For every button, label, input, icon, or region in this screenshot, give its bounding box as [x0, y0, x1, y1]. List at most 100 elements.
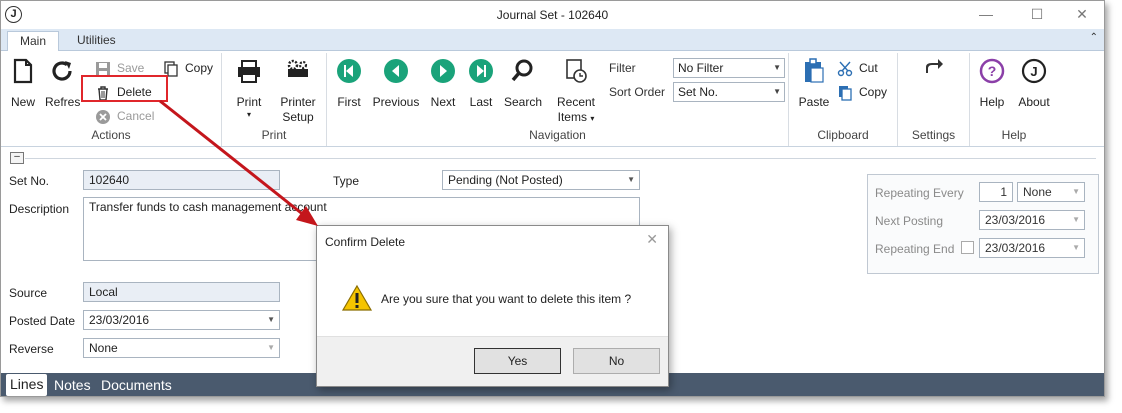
- tab-notes[interactable]: Notes: [54, 377, 91, 393]
- copy-label: Copy: [859, 85, 888, 99]
- help-label: Help: [979, 95, 1005, 109]
- actions-group-label: Actions: [91, 128, 131, 142]
- dialog-title: Confirm Delete: [325, 235, 406, 249]
- sort-order-label: Sort Order: [609, 85, 666, 99]
- help-question-icon: ?: [979, 58, 1005, 84]
- chevron-down-icon: ▼: [267, 343, 275, 352]
- tab-documents[interactable]: Documents: [101, 377, 172, 393]
- help-group: ? Help J About Help: [970, 53, 1058, 146]
- source-label: Source: [9, 286, 48, 300]
- next-posting-value: 23/03/2016: [985, 213, 1046, 227]
- tab-lines[interactable]: Lines: [6, 374, 48, 396]
- dialog-message: Are you sure that you want to delete thi…: [381, 292, 632, 306]
- last-label: Last: [469, 95, 493, 109]
- repeating-end-field[interactable]: 23/03/2016 ▼: [979, 238, 1085, 258]
- ribbon-tab-strip: Main Utilities ⌃: [1, 29, 1104, 52]
- search-icon: [511, 59, 533, 82]
- search-button[interactable]: Search: [503, 57, 543, 110]
- clipboard-group: Paste Cut Copy Clipboard: [789, 53, 898, 146]
- filter-select[interactable]: No Filter ▼: [673, 58, 785, 78]
- reverse-select[interactable]: None ▼: [83, 338, 280, 358]
- repeating-every-unit-value: None: [1023, 185, 1052, 199]
- chevron-down-icon: ▼: [267, 315, 275, 324]
- collapse-ribbon-icon[interactable]: ⌃: [1090, 32, 1098, 43]
- about-button[interactable]: J About: [1014, 57, 1054, 110]
- set-no-field[interactable]: 102640: [83, 170, 280, 190]
- last-button[interactable]: Last: [465, 57, 497, 110]
- repeating-end-value: 23/03/2016: [985, 241, 1046, 255]
- copy-record-label: Copy: [185, 61, 214, 75]
- dialog-close-icon[interactable]: ✕: [646, 231, 658, 248]
- posted-date-field[interactable]: 23/03/2016 ▼: [83, 310, 280, 330]
- posted-date-label: Posted Date: [9, 314, 76, 328]
- new-document-icon: [13, 58, 33, 84]
- maximize-button[interactable]: ☐: [1022, 4, 1052, 24]
- refresh-button[interactable]: Refresh: [45, 57, 81, 110]
- repeating-every-count[interactable]: 1: [979, 182, 1013, 202]
- paste-button[interactable]: Paste: [797, 57, 831, 110]
- no-button[interactable]: No: [573, 348, 660, 374]
- recent-items-button[interactable]: Recent Items ▾: [553, 57, 599, 126]
- type-label: Type: [333, 174, 360, 188]
- first-button[interactable]: First: [333, 57, 365, 110]
- new-button[interactable]: New: [7, 57, 39, 110]
- copy-button[interactable]: Copy: [837, 83, 887, 101]
- settings-group: Settings: [898, 53, 970, 146]
- help-button[interactable]: ? Help: [976, 57, 1008, 110]
- type-value: Pending (Not Posted): [448, 173, 563, 187]
- close-button[interactable]: ✕: [1067, 4, 1097, 24]
- svg-text:?: ?: [988, 63, 997, 79]
- first-label: First: [337, 95, 361, 109]
- panel-divider: [25, 158, 1096, 159]
- warning-icon: [341, 284, 373, 311]
- reverse-value: None: [89, 341, 118, 355]
- type-select[interactable]: Pending (Not Posted) ▼: [442, 170, 640, 190]
- next-record-icon: [431, 59, 455, 83]
- previous-button[interactable]: Previous: [371, 57, 421, 110]
- delete-highlight-box: [81, 75, 168, 102]
- cut-button[interactable]: Cut: [837, 59, 878, 77]
- last-record-icon: [469, 59, 493, 83]
- next-posting-field[interactable]: 23/03/2016 ▼: [979, 210, 1085, 230]
- posted-date-value: 23/03/2016: [89, 313, 150, 327]
- printer-setup-label-2: Setup: [282, 110, 314, 124]
- reverse-label: Reverse: [9, 342, 54, 356]
- chevron-down-icon: ▼: [1072, 187, 1080, 196]
- title-bar: J Journal Set - 102640 — ☐ ✕: [1, 1, 1104, 29]
- refresh-label: Refresh: [45, 95, 81, 109]
- print-group: Print ▾ Printer Setup Print: [222, 53, 327, 146]
- navigation-group-label: Navigation: [529, 128, 586, 142]
- copy-icon: [839, 85, 852, 101]
- copy-record-button[interactable]: Copy: [163, 59, 213, 77]
- printer-setup-button[interactable]: Printer Setup: [276, 57, 320, 125]
- help-group-label: Help: [1001, 128, 1027, 142]
- collapse-panel-button[interactable]: –: [10, 152, 24, 164]
- cut-label: Cut: [859, 61, 878, 75]
- previous-record-icon: [384, 59, 408, 83]
- repeating-panel: Repeating Every 1 None ▼ Next Posting 23/…: [867, 174, 1099, 274]
- repeating-end-checkbox[interactable]: [961, 241, 974, 254]
- next-label: Next: [430, 95, 456, 109]
- navigation-group: First Previous Next Last Search Recent I…: [327, 53, 789, 146]
- print-button[interactable]: Print ▾: [232, 57, 266, 120]
- sort-order-select[interactable]: Set No. ▼: [673, 82, 785, 102]
- settings-group-label: Settings: [911, 128, 956, 142]
- tab-utilities[interactable]: Utilities: [65, 31, 128, 51]
- source-field[interactable]: Local: [83, 282, 280, 302]
- sort-order-value: Set No.: [678, 85, 719, 99]
- about-logo-icon: J: [1021, 58, 1047, 84]
- about-label: About: [1018, 95, 1050, 109]
- repeating-every-unit-select[interactable]: None ▼: [1017, 182, 1085, 202]
- journal-set-window: J Journal Set - 102640 — ☐ ✕ Main Utilit…: [0, 0, 1105, 397]
- next-button[interactable]: Next: [427, 57, 459, 110]
- repeating-end-label: Repeating End: [875, 242, 955, 256]
- settings-share-button[interactable]: [922, 57, 946, 78]
- chevron-down-icon: ▼: [773, 63, 781, 72]
- confirm-delete-dialog: Confirm Delete ✕ Are you sure that you w…: [316, 225, 669, 387]
- chevron-down-icon: ▼: [1072, 243, 1080, 252]
- tab-main[interactable]: Main: [7, 31, 60, 52]
- yes-button[interactable]: Yes: [474, 348, 561, 374]
- recent-label-2: Items ▾: [557, 110, 595, 124]
- cancel-button[interactable]: Cancel: [95, 107, 154, 125]
- minimize-button[interactable]: —: [971, 4, 1001, 24]
